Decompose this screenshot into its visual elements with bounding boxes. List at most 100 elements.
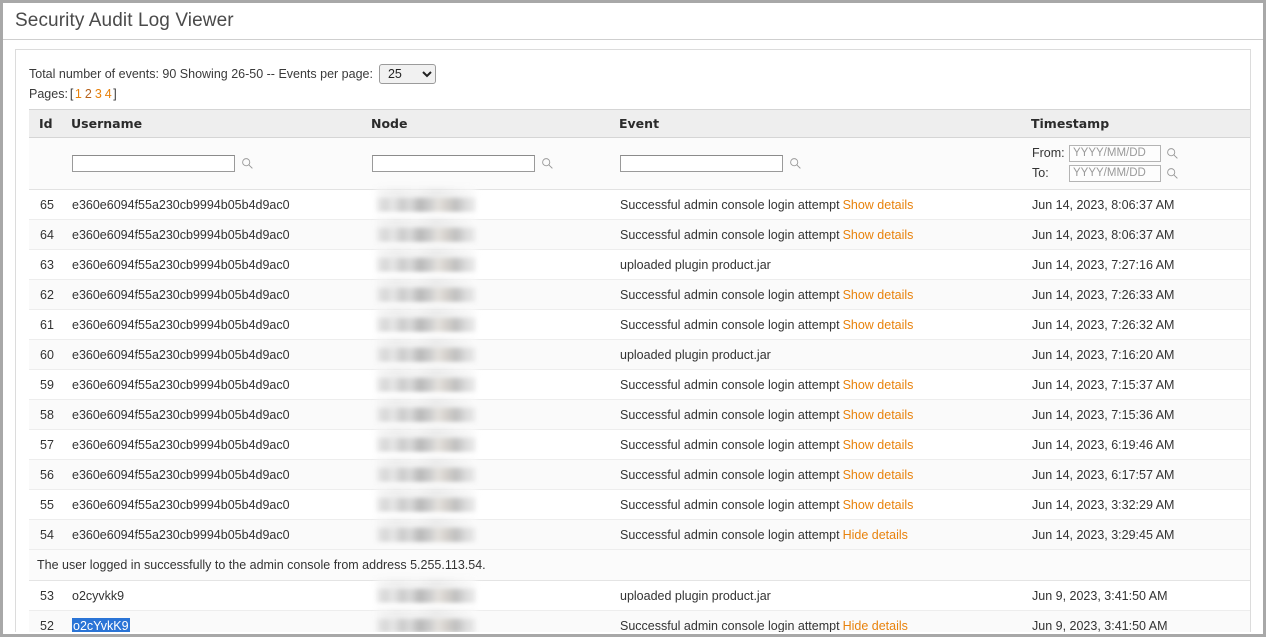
event-filter-input[interactable] xyxy=(620,155,783,172)
username-value[interactable]: e360e6094f55a230cb9994b05b4d9ac0 xyxy=(72,528,290,542)
search-icon[interactable] xyxy=(1166,147,1179,160)
node-redacted-blur xyxy=(376,407,476,422)
timestamp-to-input[interactable] xyxy=(1069,165,1161,182)
cell-node xyxy=(369,250,617,280)
cell-event: Successful admin console login attemptSh… xyxy=(617,280,1029,310)
node-filter-input[interactable] xyxy=(372,155,535,172)
timestamp-from-input[interactable] xyxy=(1069,145,1161,162)
node-redacted-blur xyxy=(376,257,476,272)
cell-username: e360e6094f55a230cb9994b05b4d9ac0 xyxy=(69,220,369,250)
table-row[interactable]: 53o2cyvkk9uploaded plugin product.jarJun… xyxy=(29,581,1251,611)
table-row[interactable]: 57e360e6094f55a230cb9994b05b4d9ac0Succes… xyxy=(29,430,1251,460)
node-redacted-blur xyxy=(376,618,476,632)
node-redacted-blur xyxy=(376,227,476,242)
cell-id: 56 xyxy=(29,460,69,490)
hide-details-link[interactable]: Hide details xyxy=(843,619,908,633)
cell-node xyxy=(369,430,617,460)
username-value[interactable]: e360e6094f55a230cb9994b05b4d9ac0 xyxy=(72,228,290,242)
cell-id: 61 xyxy=(29,310,69,340)
username-value-selected[interactable]: o2cYvkK9 xyxy=(72,618,130,633)
show-details-link[interactable]: Show details xyxy=(843,408,914,422)
cell-username: e360e6094f55a230cb9994b05b4d9ac0 xyxy=(69,400,369,430)
username-value[interactable]: e360e6094f55a230cb9994b05b4d9ac0 xyxy=(72,468,290,482)
search-icon[interactable] xyxy=(541,157,554,170)
page-link-2[interactable]: 2 xyxy=(85,87,92,101)
table-row[interactable]: 60e360e6094f55a230cb9994b05b4d9ac0upload… xyxy=(29,340,1251,370)
column-header-id[interactable]: Id xyxy=(29,110,69,138)
page-link-1[interactable]: 1 xyxy=(75,87,82,101)
detail-row: The user logged in successfully to the a… xyxy=(29,550,1251,581)
table-row[interactable]: 59e360e6094f55a230cb9994b05b4d9ac0Succes… xyxy=(29,370,1251,400)
show-details-link[interactable]: Show details xyxy=(843,378,914,392)
events-per-page-select[interactable]: 102550100 xyxy=(379,64,436,84)
column-header-node[interactable]: Node xyxy=(369,110,617,138)
cell-node xyxy=(369,340,617,370)
cell-timestamp: Jun 14, 2023, 7:15:37 AM xyxy=(1029,370,1251,400)
node-redacted-blur xyxy=(376,347,476,362)
table-row[interactable]: 64e360e6094f55a230cb9994b05b4d9ac0Succes… xyxy=(29,220,1251,250)
table-row[interactable]: 63e360e6094f55a230cb9994b05b4d9ac0upload… xyxy=(29,250,1251,280)
show-details-link[interactable]: Show details xyxy=(843,288,914,302)
search-icon[interactable] xyxy=(1166,167,1179,180)
table-row[interactable]: 61e360e6094f55a230cb9994b05b4d9ac0Succes… xyxy=(29,310,1251,340)
event-text: Successful admin console login attempt xyxy=(620,228,840,242)
event-text: Successful admin console login attempt xyxy=(620,438,840,452)
bracket-close: ] xyxy=(113,87,116,101)
column-header-timestamp[interactable]: Timestamp xyxy=(1029,110,1251,138)
event-text: Successful admin console login attempt xyxy=(620,378,840,392)
table-row[interactable]: 65e360e6094f55a230cb9994b05b4d9ac0Succes… xyxy=(29,190,1251,220)
cell-node xyxy=(369,611,617,633)
show-details-link[interactable]: Show details xyxy=(843,318,914,332)
show-details-link[interactable]: Show details xyxy=(843,228,914,242)
table-row[interactable]: 52o2cYvkK9Successful admin console login… xyxy=(29,611,1251,633)
username-value[interactable]: e360e6094f55a230cb9994b05b4d9ac0 xyxy=(72,348,290,362)
cell-event: Successful admin console login attemptSh… xyxy=(617,190,1029,220)
filter-cell-timestamp: From: To: xyxy=(1029,138,1251,190)
cell-timestamp: Jun 14, 2023, 3:32:29 AM xyxy=(1029,490,1251,520)
cell-id: 55 xyxy=(29,490,69,520)
username-value[interactable]: e360e6094f55a230cb9994b05b4d9ac0 xyxy=(72,408,290,422)
table-row[interactable]: 56e360e6094f55a230cb9994b05b4d9ac0Succes… xyxy=(29,460,1251,490)
search-icon[interactable] xyxy=(241,157,254,170)
username-value[interactable]: e360e6094f55a230cb9994b05b4d9ac0 xyxy=(72,438,290,452)
username-value[interactable]: e360e6094f55a230cb9994b05b4d9ac0 xyxy=(72,318,290,332)
table-row[interactable]: 58e360e6094f55a230cb9994b05b4d9ac0Succes… xyxy=(29,400,1251,430)
title-bar: Security Audit Log Viewer xyxy=(3,3,1263,40)
event-text: Successful admin console login attempt xyxy=(620,198,840,212)
filter-cell-username xyxy=(69,138,369,190)
cell-username: e360e6094f55a230cb9994b05b4d9ac0 xyxy=(69,280,369,310)
show-details-link[interactable]: Show details xyxy=(843,468,914,482)
show-details-link[interactable]: Show details xyxy=(843,198,914,212)
event-text: uploaded plugin product.jar xyxy=(620,348,771,362)
column-header-username[interactable]: Username xyxy=(69,110,369,138)
cell-username: o2cyvkk9 xyxy=(69,581,369,611)
username-filter-input[interactable] xyxy=(72,155,235,172)
cell-node xyxy=(369,490,617,520)
show-details-link[interactable]: Show details xyxy=(843,498,914,512)
table-row[interactable]: 55e360e6094f55a230cb9994b05b4d9ac0Succes… xyxy=(29,490,1251,520)
username-value[interactable]: e360e6094f55a230cb9994b05b4d9ac0 xyxy=(72,498,290,512)
username-value[interactable]: e360e6094f55a230cb9994b05b4d9ac0 xyxy=(72,288,290,302)
cell-username: e360e6094f55a230cb9994b05b4d9ac0 xyxy=(69,250,369,280)
username-value[interactable]: e360e6094f55a230cb9994b05b4d9ac0 xyxy=(72,198,290,212)
cell-timestamp: Jun 14, 2023, 8:06:37 AM xyxy=(1029,220,1251,250)
username-value[interactable]: o2cyvkk9 xyxy=(72,589,124,603)
page-title: Security Audit Log Viewer xyxy=(15,10,234,31)
column-header-event[interactable]: Event xyxy=(617,110,1029,138)
table-row[interactable]: 62e360e6094f55a230cb9994b05b4d9ac0Succes… xyxy=(29,280,1251,310)
node-redacted-blur xyxy=(376,588,476,603)
node-redacted-blur xyxy=(376,497,476,512)
event-text: Successful admin console login attempt xyxy=(620,619,840,633)
username-value[interactable]: e360e6094f55a230cb9994b05b4d9ac0 xyxy=(72,258,290,272)
cell-timestamp: Jun 14, 2023, 7:15:36 AM xyxy=(1029,400,1251,430)
cell-event: Successful admin console login attemptHi… xyxy=(617,520,1029,550)
hide-details-link[interactable]: Hide details xyxy=(843,528,908,542)
cell-timestamp: Jun 14, 2023, 7:16:20 AM xyxy=(1029,340,1251,370)
cell-username: e360e6094f55a230cb9994b05b4d9ac0 xyxy=(69,430,369,460)
table-row[interactable]: 54e360e6094f55a230cb9994b05b4d9ac0Succes… xyxy=(29,520,1251,550)
page-link-4[interactable]: 4 xyxy=(105,87,112,101)
page-link-3[interactable]: 3 xyxy=(95,87,102,101)
show-details-link[interactable]: Show details xyxy=(843,438,914,452)
search-icon[interactable] xyxy=(789,157,802,170)
username-value[interactable]: e360e6094f55a230cb9994b05b4d9ac0 xyxy=(72,378,290,392)
